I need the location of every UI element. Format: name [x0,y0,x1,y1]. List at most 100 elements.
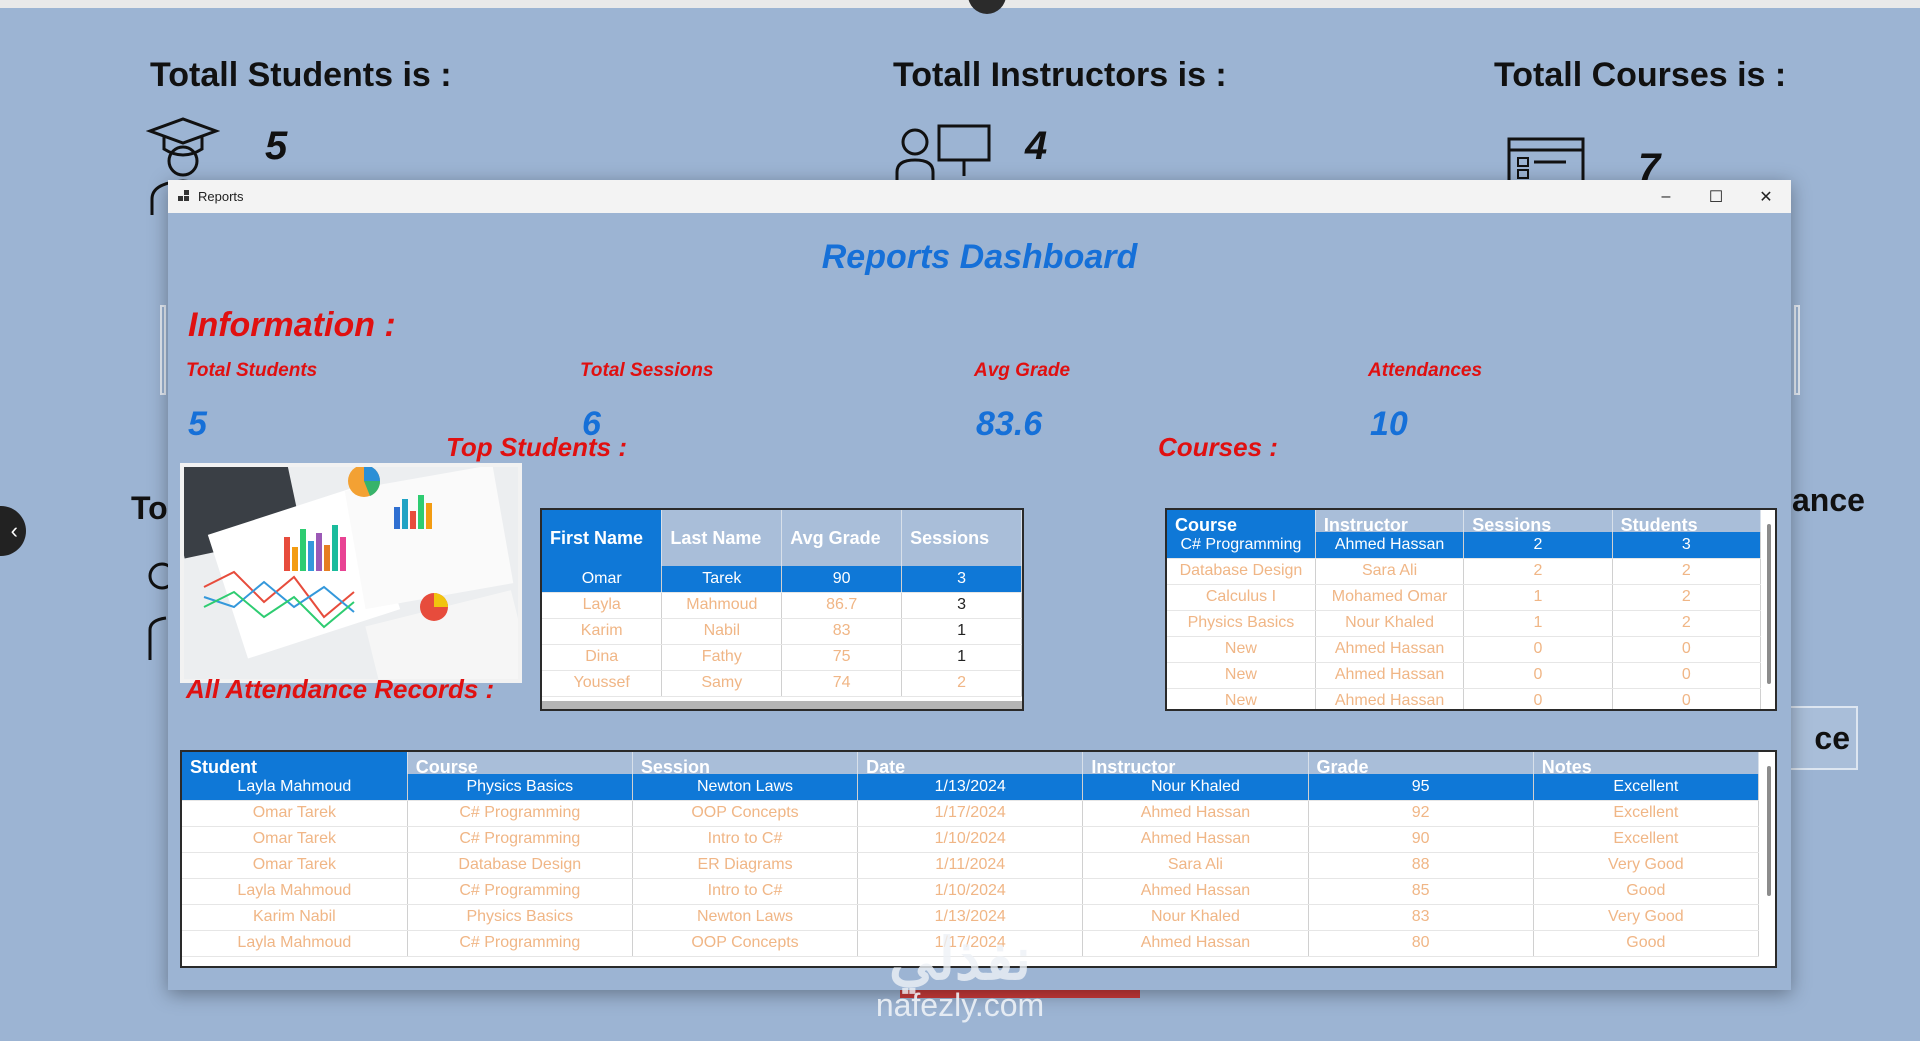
table-cell[interactable]: Excellent [1533,774,1760,801]
table-row[interactable]: New Ahmed Hassan 0 0 [1167,662,1762,689]
table-cell[interactable]: C# Programming [407,930,633,957]
table-cell[interactable]: Karim [542,618,663,645]
table-cell[interactable]: C# Programming [407,800,633,827]
table-cell[interactable]: Samy [661,670,783,697]
table-cell[interactable]: Very Good [1533,904,1760,931]
table-cell[interactable]: OOP Concepts [632,930,859,957]
column-header[interactable]: Last Name [661,510,783,566]
table-cell[interactable]: Ahmed Hassan [1082,800,1309,827]
table-cell[interactable]: Intro to C# [632,826,859,853]
table-cell[interactable]: 74 [781,670,903,697]
vertical-scrollbar[interactable] [1767,524,1771,684]
table-cell[interactable]: C# Programming [1167,532,1316,559]
column-header[interactable]: Student [182,752,408,774]
table-cell[interactable]: 3 [901,566,1022,593]
table-cell[interactable]: Ahmed Hassan [1082,826,1309,853]
table-cell[interactable]: 2 [1612,558,1762,585]
table-cell[interactable]: Newton Laws [632,774,859,801]
column-header[interactable]: Instructor [1315,510,1465,532]
table-cell[interactable]: Newton Laws [632,904,859,931]
table-cell[interactable]: 1 [901,618,1022,645]
column-header[interactable]: First Name [542,510,663,566]
table-row[interactable]: New Ahmed Hassan 0 0 [1167,688,1762,709]
table-cell[interactable]: Database Design [407,852,633,879]
table-cell[interactable]: Mahmoud [661,592,783,619]
table-cell[interactable]: Nour Khaled [1082,774,1309,801]
table-cell[interactable]: Omar Tarek [182,826,408,853]
table-row[interactable]: Layla Mahmoud 86.7 3 [542,592,1022,619]
table-row[interactable]: C# Programming Ahmed Hassan 2 3 [1167,532,1762,559]
top-handle[interactable] [968,0,1006,14]
table-cell[interactable]: 3 [1612,532,1762,559]
table-row[interactable]: Layla Mahmoud C# Programming Intro to C#… [182,878,1760,905]
table-row[interactable]: Omar Tarek C# Programming OOP Concepts 1… [182,800,1760,827]
table-row[interactable]: Database Design Sara Ali 2 2 [1167,558,1762,585]
table-cell[interactable]: Excellent [1533,800,1760,827]
table-cell[interactable]: Layla [542,592,663,619]
column-header[interactable]: Date [857,752,1084,774]
top-students-grid[interactable]: First Name Last Name Avg Grade Sessions … [540,508,1024,711]
table-cell[interactable]: 95 [1308,774,1534,801]
table-cell[interactable]: 0 [1463,662,1613,689]
background-attendance-button[interactable]: ce [1780,706,1858,770]
table-cell[interactable]: Ahmed Hassan [1315,532,1465,559]
table-row[interactable]: New Ahmed Hassan 0 0 [1167,636,1762,663]
vertical-scrollbar[interactable] [1767,766,1771,896]
table-cell[interactable]: 0 [1463,636,1613,663]
table-cell[interactable]: Ahmed Hassan [1082,878,1309,905]
column-header[interactable]: Avg Grade [781,510,903,566]
table-row[interactable]: Youssef Samy 74 2 [542,670,1022,697]
table-cell[interactable]: Ahmed Hassan [1315,662,1465,689]
minimize-button[interactable]: – [1641,180,1691,213]
chevron-left-icon[interactable]: ‹ [0,506,26,556]
window-titlebar[interactable]: Reports – ☐ ✕ [168,180,1791,213]
table-cell[interactable]: Ahmed Hassan [1315,636,1465,663]
table-cell[interactable]: Karim Nabil [182,904,408,931]
table-cell[interactable]: 83 [1308,904,1534,931]
table-cell[interactable]: Youssef [542,670,663,697]
table-cell[interactable]: Ahmed Hassan [1315,688,1465,709]
table-row[interactable]: Calculus I Mohamed Omar 1 2 [1167,584,1762,611]
table-cell[interactable]: Physics Basics [407,904,633,931]
table-cell[interactable]: OOP Concepts [632,800,859,827]
table-cell[interactable]: 3 [901,592,1022,619]
column-header[interactable]: Session [632,752,859,774]
table-cell[interactable]: 0 [1612,662,1762,689]
table-row[interactable]: Omar Tarek C# Programming Intro to C# 1/… [182,826,1760,853]
table-cell[interactable]: Omar Tarek [182,800,408,827]
table-cell[interactable]: 1 [901,644,1022,671]
table-cell[interactable]: 80 [1308,930,1534,957]
table-cell[interactable]: 90 [781,566,903,593]
table-cell[interactable]: 85 [1308,878,1534,905]
column-header[interactable]: Course [1167,510,1316,532]
table-cell[interactable]: Sara Ali [1082,852,1309,879]
table-cell[interactable]: Layla Mahmoud [182,774,408,801]
table-cell[interactable]: 1/10/2024 [857,826,1084,853]
close-button[interactable]: ✕ [1741,180,1791,213]
horizontal-scrollbar[interactable] [542,701,1022,709]
table-cell[interactable]: 1/11/2024 [857,852,1084,879]
table-cell[interactable]: 86.7 [781,592,903,619]
table-cell[interactable]: Good [1533,878,1760,905]
table-row[interactable]: Karim Nabil 83 1 [542,618,1022,645]
table-cell[interactable]: Omar [542,566,663,593]
table-cell[interactable]: Physics Basics [407,774,633,801]
table-cell[interactable]: 90 [1308,826,1534,853]
table-cell[interactable]: Nour Khaled [1315,610,1465,637]
courses-grid[interactable]: Course Instructor Sessions Students C# P… [1165,508,1777,711]
table-cell[interactable]: 92 [1308,800,1534,827]
table-cell[interactable]: C# Programming [407,878,633,905]
table-cell[interactable]: Omar Tarek [182,852,408,879]
table-cell[interactable]: 1/17/2024 [857,800,1084,827]
table-cell[interactable]: 2 [901,670,1022,697]
table-row[interactable]: Omar Tarek 90 3 [542,566,1022,593]
table-row[interactable]: Layla Mahmoud Physics Basics Newton Laws… [182,774,1760,801]
column-header[interactable]: Course [407,752,633,774]
table-cell[interactable]: 2 [1463,532,1613,559]
column-header[interactable]: Sessions [1463,510,1613,532]
column-header[interactable]: Instructor [1082,752,1309,774]
table-cell[interactable]: Database Design [1167,558,1316,585]
column-header[interactable]: Grade [1308,752,1534,774]
table-cell[interactable]: Excellent [1533,826,1760,853]
table-cell[interactable]: Good [1533,930,1760,957]
